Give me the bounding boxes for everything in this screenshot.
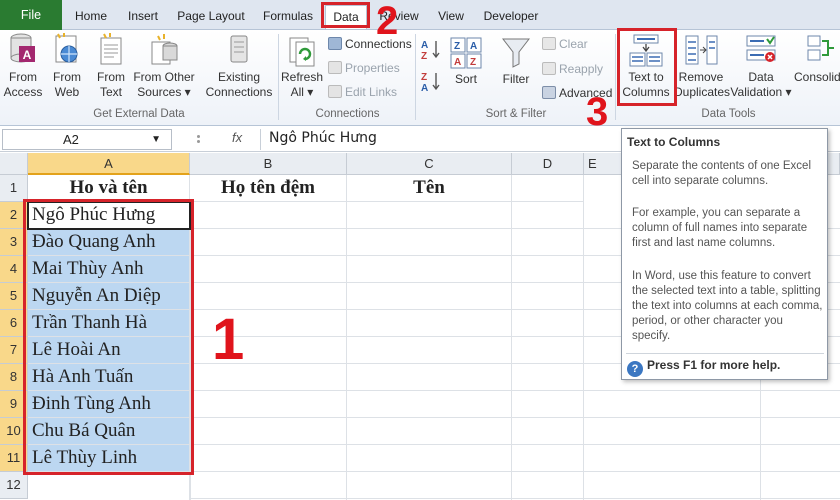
from-web-button[interactable]: From Web (46, 32, 88, 100)
clear-button[interactable]: Clear (542, 36, 588, 52)
consolidate-button[interactable]: Consolid (794, 32, 840, 85)
remove-duplicates-icon (685, 35, 718, 65)
cell-empty[interactable] (512, 175, 584, 202)
svg-text:A: A (454, 57, 461, 68)
from-text-button[interactable]: From Text (90, 32, 132, 100)
edit-links-icon (328, 85, 342, 98)
column-header-d[interactable]: D (512, 153, 584, 175)
annotation-step-1: 1 (212, 307, 245, 372)
annotation-box-text-to-columns (617, 28, 677, 106)
formula-bar-dots (182, 132, 218, 147)
svg-text:Z: Z (470, 57, 476, 68)
from-access-button[interactable]: A From Access (2, 32, 44, 100)
cell-c1-header[interactable]: Tên (347, 175, 512, 202)
annotation-box-data-tab (321, 2, 370, 28)
filter-funnel-icon (501, 38, 531, 68)
group-label-get-external-data: Get External Data (93, 108, 185, 120)
tab-page-layout[interactable]: Page Layout (172, 5, 250, 29)
sort-za-button[interactable]: Z A (420, 70, 442, 96)
group-separator (415, 34, 416, 120)
properties-button[interactable]: Properties (328, 60, 400, 76)
from-other-sources-button[interactable]: From Other Sources ▾ (132, 32, 196, 100)
column-header-b[interactable]: B (190, 153, 347, 175)
access-database-icon: A (10, 33, 35, 63)
data-validation-button[interactable]: Data Validation ▾ (730, 32, 792, 100)
connections-icon (328, 37, 342, 50)
column-header-a[interactable]: A (28, 153, 190, 175)
column-line (511, 175, 512, 500)
tab-file[interactable]: File (0, 0, 62, 30)
tooltip-paragraph: Separate the contents of one Excel cell … (632, 160, 812, 187)
remove-duplicates-button[interactable]: Remove Duplicates (674, 32, 730, 100)
sort-dialog-icon: Z A A Z (450, 37, 482, 69)
other-sources-icon (151, 34, 178, 65)
group-separator (278, 34, 279, 120)
edit-links-button[interactable]: Edit Links (328, 84, 397, 100)
insert-function-icon[interactable]: fx (232, 130, 242, 145)
tab-formulas[interactable]: Formulas (256, 5, 320, 29)
tooltip-help: ? Press F1 for more help. (627, 358, 780, 377)
group-separator (615, 34, 616, 120)
advanced-filter-icon (542, 86, 556, 99)
properties-icon (328, 61, 342, 74)
group-label-data-tools: Data Tools (701, 108, 756, 120)
row-header[interactable]: 12 (0, 472, 28, 499)
column-header-c[interactable]: C (347, 153, 512, 175)
cell-a1-header[interactable]: Ho và tên (28, 175, 190, 202)
text-to-columns-tooltip: Text to Columns Separate the contents of… (621, 128, 828, 380)
svg-text:Z: Z (421, 51, 427, 60)
data-ribbon: A From Access From Web From Text From Ot… (0, 30, 840, 126)
refresh-icon (289, 37, 315, 67)
sort-ascending-icon: A Z (421, 40, 440, 62)
consolidate-icon (807, 35, 834, 61)
svg-text:Z: Z (454, 41, 460, 52)
annotation-step-3: 3 (586, 90, 609, 134)
web-globe-icon (55, 33, 78, 63)
column-line (346, 175, 347, 500)
filter-button[interactable]: Filter (494, 34, 538, 87)
tab-home[interactable]: Home (68, 5, 114, 29)
tooltip-paragraph: In Word, use this feature to convert the… (632, 270, 823, 342)
tooltip-paragraph: For example, you can separate a column o… (632, 207, 808, 249)
chevron-down-icon[interactable]: ▼ (151, 130, 161, 149)
ribbon-tab-bar: File Home Insert Page Layout Formulas Da… (0, 0, 840, 30)
column-line (583, 175, 584, 500)
group-label-connections: Connections (315, 108, 380, 120)
existing-connections-button[interactable]: Existing Connections (204, 32, 274, 100)
row-header[interactable]: 1 (0, 175, 28, 202)
reapply-icon (542, 62, 556, 75)
tab-view[interactable]: View (430, 5, 472, 29)
sort-descending-icon: Z A (421, 72, 440, 94)
tab-developer[interactable]: Developer (478, 5, 544, 29)
sort-az-button[interactable]: A Z (420, 38, 442, 64)
data-validation-icon (746, 35, 776, 62)
help-icon: ? (627, 361, 643, 377)
existing-connections-icon (230, 35, 248, 63)
tooltip-divider (626, 353, 824, 354)
svg-text:A: A (421, 83, 428, 92)
refresh-all-button[interactable]: Refresh All ▾ (280, 32, 324, 100)
sort-button[interactable]: Z A A Z Sort (446, 34, 486, 87)
svg-text:A: A (470, 41, 477, 52)
tab-insert[interactable]: Insert (120, 5, 166, 29)
annotation-box-names (23, 199, 194, 475)
connections-button[interactable]: Connections (328, 36, 412, 52)
select-all-corner[interactable] (0, 153, 28, 175)
text-file-icon (100, 33, 122, 65)
annotation-step-2: 2 (376, 0, 399, 43)
svg-text:A: A (421, 40, 428, 51)
cell-b1-header[interactable]: Họ tên đệm (190, 175, 347, 202)
name-box[interactable]: A2 ▼ (2, 129, 172, 150)
clear-filter-icon (542, 37, 556, 50)
cell-a12[interactable] (28, 472, 190, 500)
svg-text:Z: Z (421, 72, 427, 83)
tooltip-title: Text to Columns (627, 135, 721, 149)
svg-text:A: A (23, 48, 32, 62)
reapply-button[interactable]: Reapply (542, 61, 603, 77)
